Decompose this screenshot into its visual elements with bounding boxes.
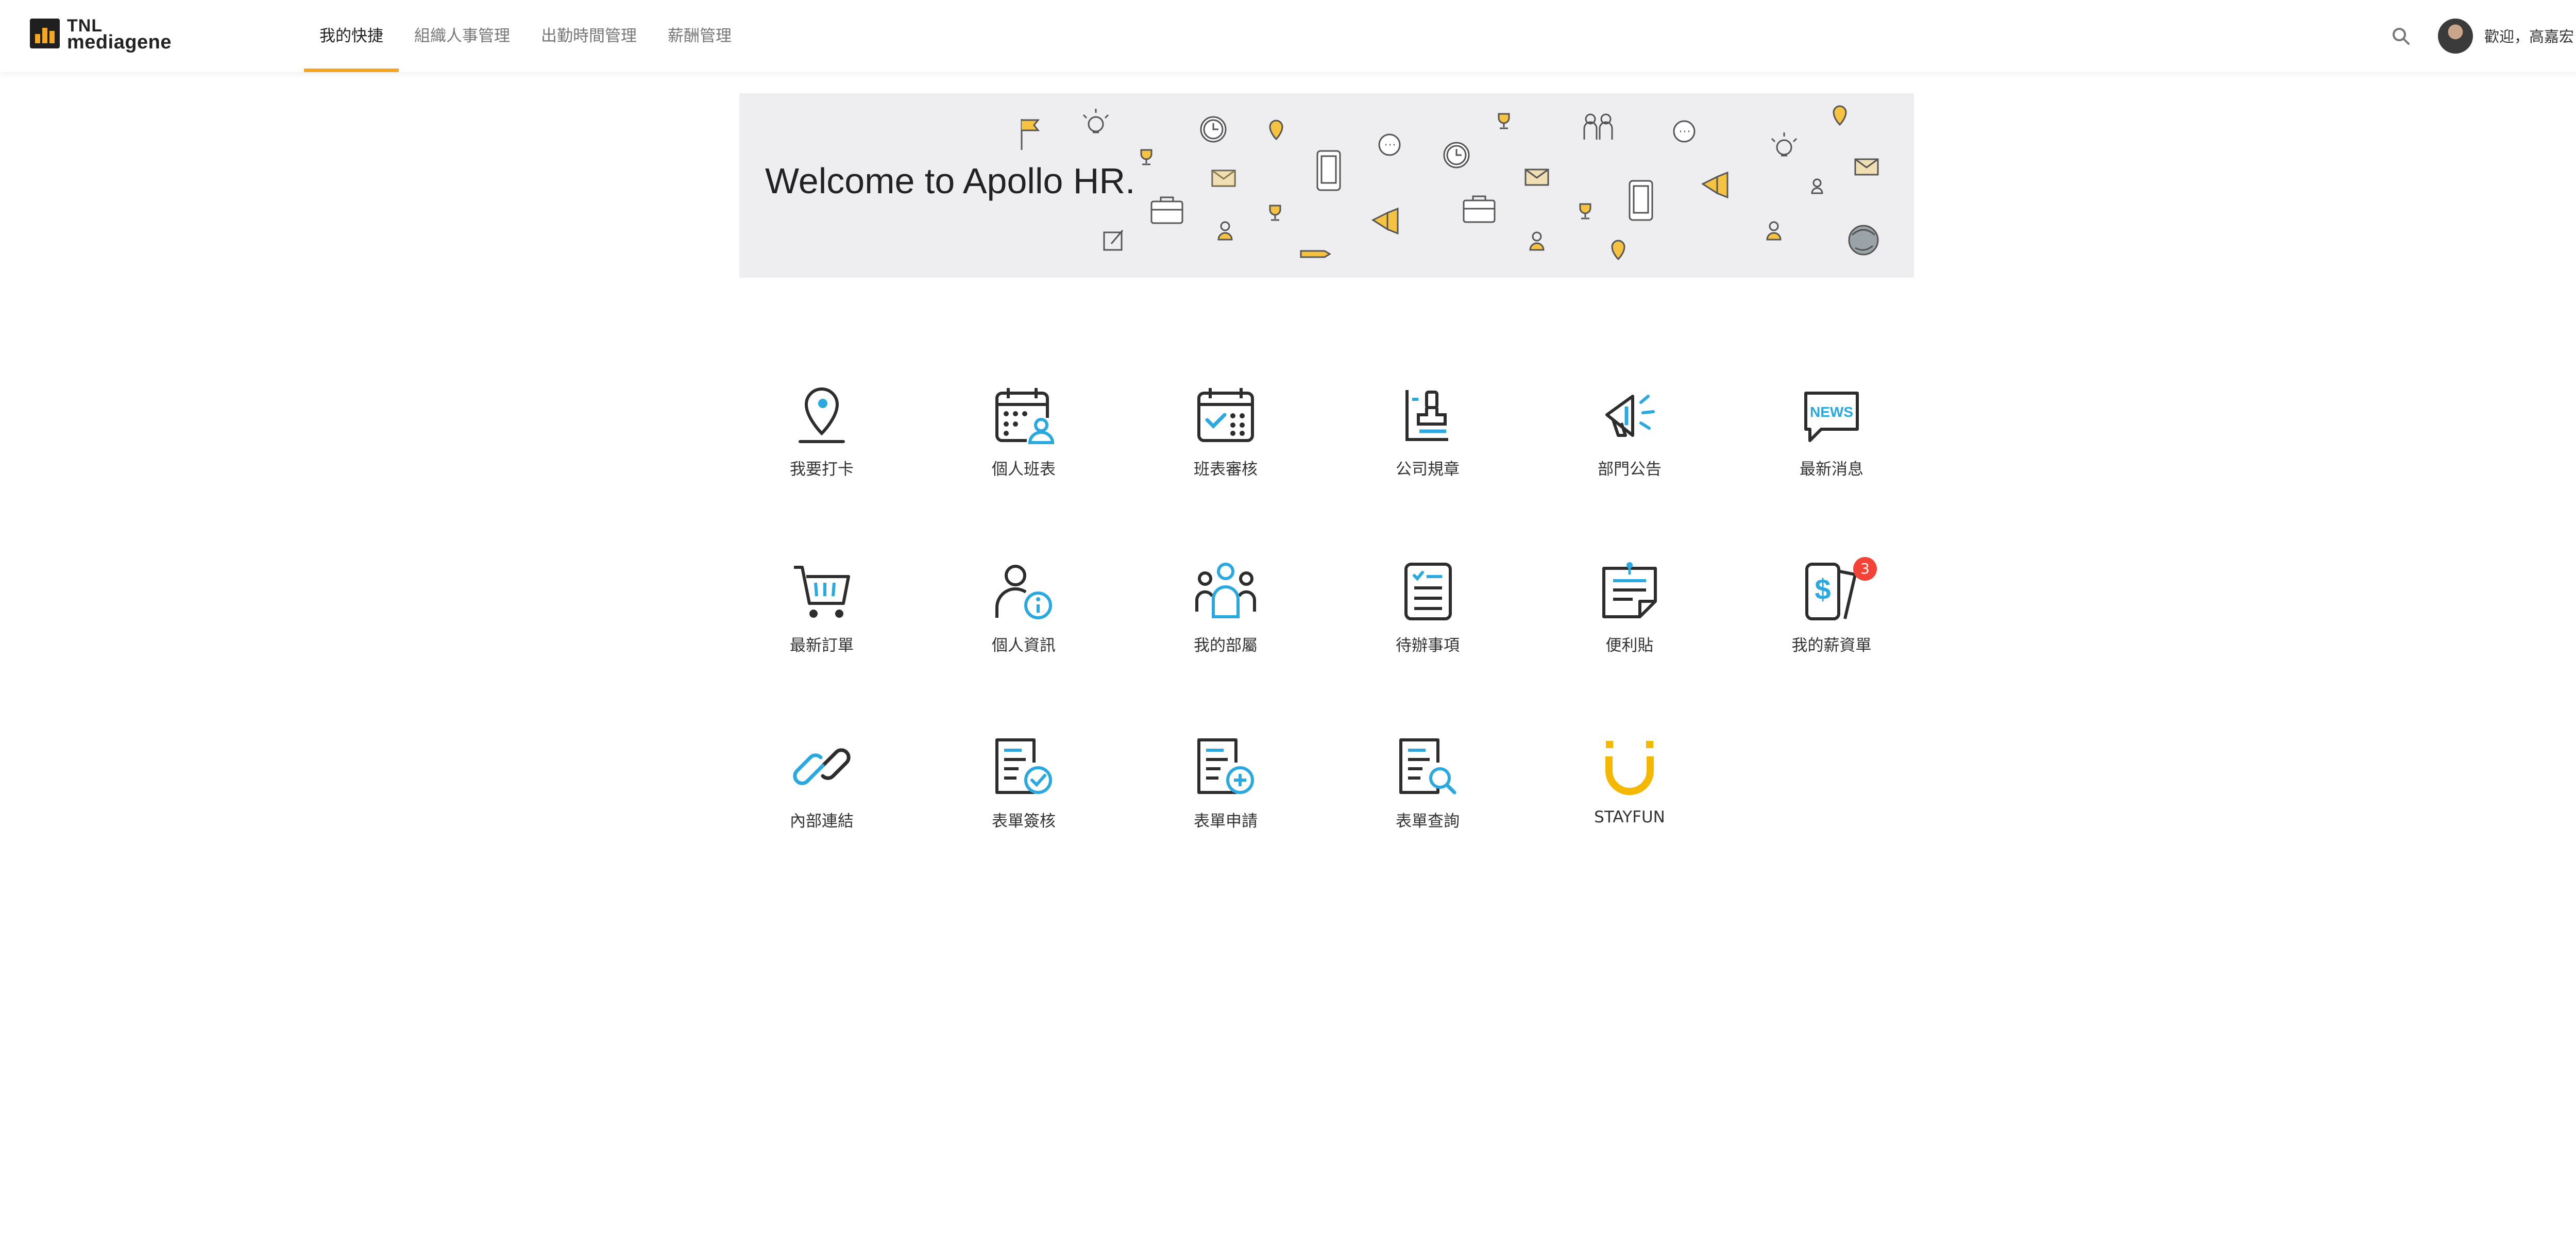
shortcut-latest-news[interactable]: NEWS 最新消息	[1754, 384, 1909, 497]
calendar-person-icon	[995, 388, 1055, 446]
shortcut-form-approval[interactable]: 表單簽核	[946, 736, 1101, 849]
shortcut-department-announcements[interactable]: 部門公告	[1552, 384, 1707, 497]
tnl-mediagene-logo[interactable]: TNL mediagene	[30, 17, 184, 55]
tile-label: 表單簽核	[992, 812, 1056, 831]
tile-label: 最新訂單	[790, 636, 854, 655]
shortcut-personal-schedule[interactable]: 個人班表	[946, 384, 1101, 497]
shortcut-company-rules[interactable]: 公司規章	[1350, 384, 1505, 497]
calendar-check-icon	[1197, 388, 1254, 442]
logo-text: TNL mediagene	[67, 17, 172, 53]
tile-label: 表單查詢	[1396, 812, 1460, 831]
banner-welcome-title: Welcome to Apollo HR.	[765, 161, 1136, 201]
tile-label: 部門公告	[1598, 460, 1662, 479]
shortcut-my-team[interactable]: 我的部屬	[1148, 560, 1303, 673]
tile-label: 表單申請	[1194, 812, 1258, 831]
shortcut-latest-orders[interactable]: 最新訂單	[744, 560, 899, 673]
logo-line-2: mediagene	[67, 31, 172, 53]
nav-tab-attendance[interactable]: 出勤時間管理	[526, 0, 652, 72]
tile-label: 內部連結	[790, 812, 854, 831]
form-approve-icon	[995, 738, 1052, 794]
checklist-icon	[1404, 563, 1452, 620]
shortcut-todo-items[interactable]: 待辦事項	[1350, 560, 1505, 673]
search-icon[interactable]	[2391, 26, 2411, 46]
user-avatar[interactable]	[2438, 19, 2473, 54]
welcome-banner: Welcome to Apollo HR.	[739, 93, 1914, 278]
form-add-icon	[1197, 738, 1254, 794]
person-info-icon	[995, 565, 1052, 619]
tile-label: 我要打卡	[790, 460, 854, 479]
tile-label: 個人資訊	[992, 636, 1056, 655]
nav-tab-payroll[interactable]: 薪酬管理	[652, 0, 747, 72]
team-icon	[1195, 563, 1257, 618]
tile-label: 個人班表	[992, 460, 1056, 479]
logo-mark-icon	[30, 19, 60, 48]
shortcut-form-application[interactable]: 表單申請	[1148, 736, 1303, 849]
stamp-icon	[1405, 390, 1448, 441]
tile-label: 班表審核	[1194, 460, 1258, 479]
nav-tab-org-hr[interactable]: 組織人事管理	[399, 0, 526, 72]
stayfun-smile-icon	[1605, 741, 1654, 795]
tile-label: STAYFUN	[1594, 808, 1665, 826]
shortcut-internal-links[interactable]: 內部連結	[744, 736, 899, 849]
svg-text:$: $	[1815, 573, 1831, 605]
link-icon	[793, 748, 851, 785]
sticky-note-icon	[1602, 562, 1657, 618]
shortcut-clock-in[interactable]: 我要打卡	[744, 384, 899, 497]
tile-label: 待辦事項	[1396, 636, 1460, 655]
shortcut-form-search[interactable]: 表單查詢	[1350, 736, 1505, 849]
welcome-user-text[interactable]: 歡迎，高嘉宏 Loso	[2484, 25, 2576, 46]
map-pin-icon	[799, 387, 845, 443]
tile-label: 最新消息	[1800, 460, 1863, 479]
main-nav: 我的快捷 組織人事管理 出勤時間管理 薪酬管理	[304, 0, 747, 72]
tile-label: 公司規章	[1396, 460, 1460, 479]
svg-text:NEWS: NEWS	[1810, 404, 1853, 420]
tile-label: 便利貼	[1605, 636, 1654, 655]
nav-tab-my-shortcuts[interactable]: 我的快捷	[304, 0, 399, 72]
shopping-cart-icon	[794, 566, 850, 618]
tile-label: 我的薪資單	[1791, 636, 1872, 655]
shortcut-personal-info[interactable]: 個人資訊	[946, 560, 1101, 673]
news-bubble-icon: NEWS	[1804, 392, 1859, 442]
form-search-icon	[1399, 738, 1456, 795]
payslip-count-badge: 3	[1853, 557, 1877, 581]
shortcut-sticky-notes[interactable]: 便利貼	[1552, 560, 1707, 673]
megaphone-icon	[1605, 395, 1655, 437]
tile-label: 我的部屬	[1194, 636, 1258, 655]
shortcut-schedule-review[interactable]: 班表審核	[1148, 384, 1303, 497]
top-navigation-bar: TNL mediagene 我的快捷 組織人事管理 出勤時間管理 薪酬管理 歡迎…	[0, 0, 2576, 72]
shortcut-stayfun[interactable]: STAYFUN	[1552, 736, 1707, 849]
shortcut-my-payslip[interactable]: $ 3 我的薪資單	[1754, 557, 1909, 673]
